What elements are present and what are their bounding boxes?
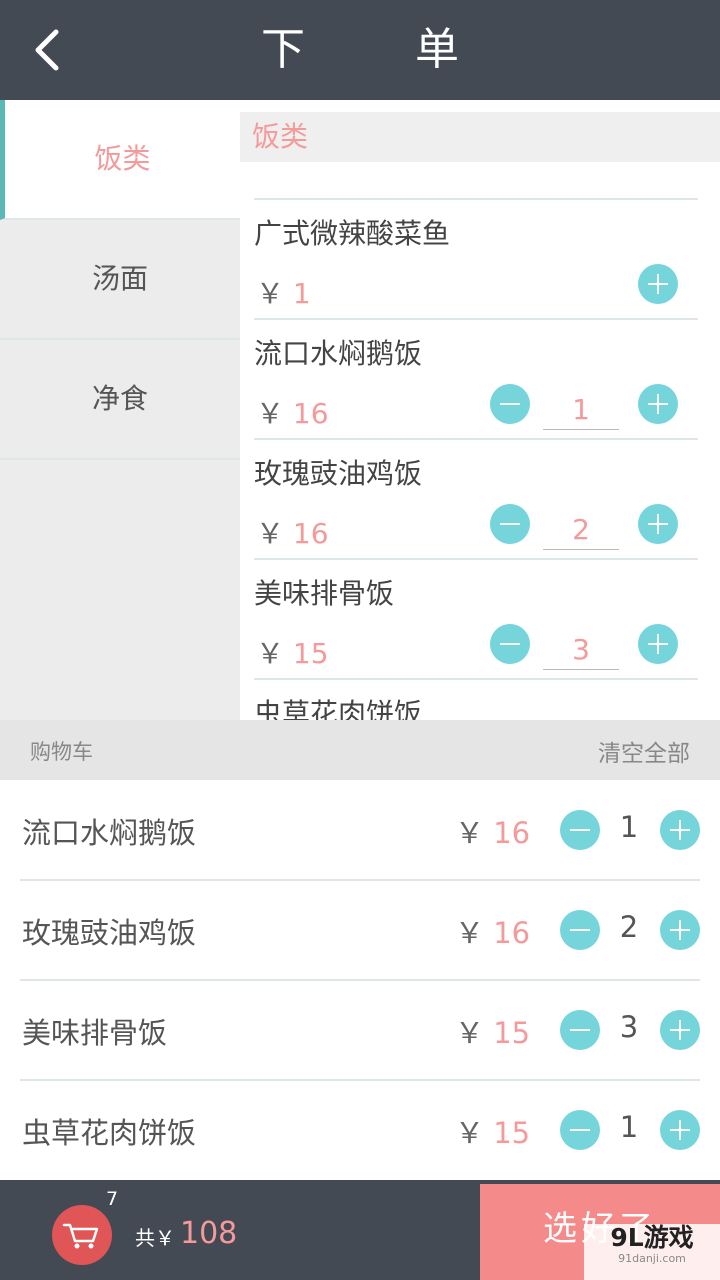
cart-item-price: ￥ 16 <box>455 816 531 850</box>
add-icon[interactable] <box>638 384 678 424</box>
item-price: ￥ 1 <box>256 277 311 310</box>
menu-item: 广式微辣酸菜鱼 ￥ 1 <box>240 200 720 320</box>
item-name: 虫草花肉饼饭 <box>254 697 423 720</box>
add-icon[interactable] <box>660 810 700 850</box>
total-amount: 108 <box>180 1216 238 1251</box>
quantity-field[interactable]: 2 <box>543 512 619 550</box>
category-sidebar: 饭类 汤面 净食 <box>0 100 240 720</box>
cart-row: 玫瑰豉油鸡饭 ￥ 16 2 <box>0 880 720 980</box>
menu-list: 饭类 广式微辣酸菜鱼 ￥ 1 流口水焖鹅饭 ￥ 16 1 玫瑰豉油鸡饭 ￥ 16… <box>240 100 720 720</box>
add-icon[interactable] <box>660 910 700 950</box>
cart-row: 美味排骨饭 ￥ 15 3 <box>0 980 720 1080</box>
cart-item-qty: 1 <box>619 1110 639 1144</box>
cart-item-price: ￥ 15 <box>455 1016 531 1050</box>
cart-title: 购物车 <box>30 740 93 764</box>
cart-item-qty: 2 <box>619 910 639 944</box>
total-label: 共￥ <box>135 1226 175 1250</box>
category-item-plain[interactable]: 净食 <box>0 340 240 460</box>
quantity-field[interactable]: 1 <box>543 392 619 430</box>
category-item-noodle-soup[interactable]: 汤面 <box>0 220 240 340</box>
page-title: 下 单 <box>261 24 507 75</box>
category-item-rice[interactable]: 饭类 <box>0 100 240 220</box>
add-icon[interactable] <box>660 1010 700 1050</box>
cart-item-name: 虫草花肉饼饭 <box>22 1116 197 1150</box>
item-name: 玫瑰豉油鸡饭 <box>254 457 423 490</box>
add-icon[interactable] <box>638 624 678 664</box>
minus-icon[interactable] <box>490 504 530 544</box>
item-name: 广式微辣酸菜鱼 <box>254 217 451 250</box>
cart-item-qty: 3 <box>619 1010 639 1044</box>
cart-item-price: ￥ 16 <box>455 916 531 950</box>
menu-item: 虫草花肉饼饭 ￥ 15 1 <box>240 680 720 720</box>
site-watermark: 9L游戏 91danji.com <box>584 1224 720 1280</box>
cart-row: 流口水焖鹅饭 ￥ 16 1 <box>0 780 720 880</box>
cart-count-badge: 7 <box>106 1188 119 1210</box>
menu-item: 玫瑰豉油鸡饭 ￥ 16 2 <box>240 440 720 560</box>
clear-all-button[interactable]: 清空全部 <box>598 734 690 768</box>
item-name: 流口水焖鹅饭 <box>254 337 423 370</box>
minus-icon[interactable] <box>490 624 530 664</box>
item-price: ￥ 16 <box>256 397 329 430</box>
cart-icon[interactable] <box>52 1205 112 1265</box>
cart-item-name: 玫瑰豉油鸡饭 <box>22 916 197 950</box>
header-bar: 下 单 <box>0 0 720 100</box>
menu-item: 美味排骨饭 ￥ 15 3 <box>240 560 720 680</box>
add-icon[interactable] <box>638 264 678 304</box>
quantity-field[interactable]: 3 <box>543 632 619 670</box>
cart-item-qty: 1 <box>619 810 639 844</box>
cart-item-name: 流口水焖鹅饭 <box>22 816 197 850</box>
item-price: ￥ 15 <box>256 637 329 670</box>
cart-list: 流口水焖鹅饭 ￥ 16 1 玫瑰豉油鸡饭 ￥ 16 2 美味排骨饭 ￥ 15 3… <box>0 780 720 1180</box>
minus-icon[interactable] <box>490 384 530 424</box>
order-screen: { "header":{"title":"下 单"}, "categories"… <box>0 0 720 1280</box>
add-icon[interactable] <box>638 504 678 544</box>
minus-icon[interactable] <box>560 910 600 950</box>
add-icon[interactable] <box>660 1110 700 1150</box>
item-price: ￥ 16 <box>256 517 329 550</box>
minus-icon[interactable] <box>560 810 600 850</box>
minus-icon[interactable] <box>560 1010 600 1050</box>
minus-icon[interactable] <box>560 1110 600 1150</box>
section-title: 饭类 <box>240 112 720 162</box>
item-name: 美味排骨饭 <box>254 577 395 610</box>
cart-header: 购物车 清空全部 <box>0 720 720 780</box>
cart-row: 虫草花肉饼饭 ￥ 15 1 <box>0 1080 720 1180</box>
cart-item-price: ￥ 15 <box>455 1116 531 1150</box>
menu-item: 流口水焖鹅饭 ￥ 16 1 <box>240 320 720 440</box>
cart-item-name: 美味排骨饭 <box>22 1016 168 1050</box>
